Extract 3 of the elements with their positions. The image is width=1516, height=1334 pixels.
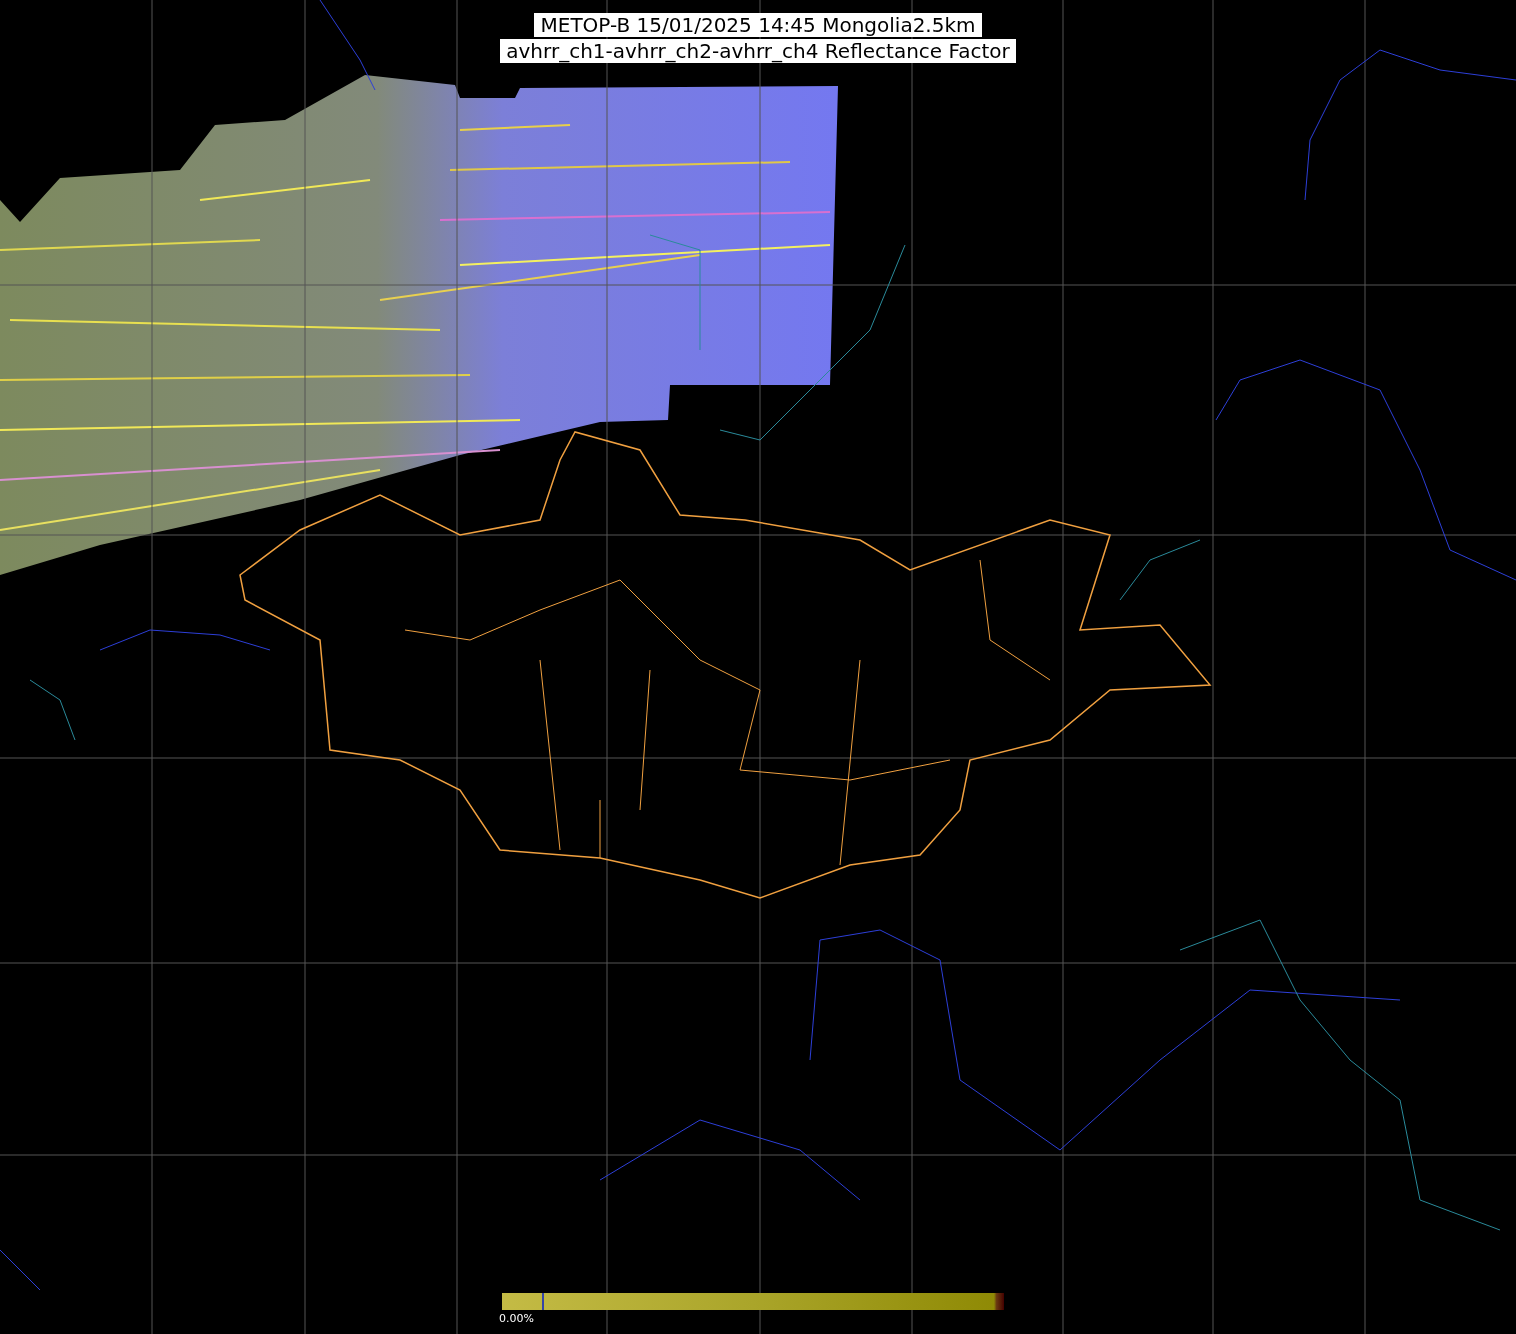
map-title: METOP-B 15/01/2025 14:45 Mongolia2.5km — [534, 13, 982, 37]
colorbar-min-label: 0.00% — [499, 1312, 534, 1325]
map-title: avhrr_ch1-avhrr_ch2-avhrr_ch4 Reflectance Factor — [500, 39, 1016, 63]
